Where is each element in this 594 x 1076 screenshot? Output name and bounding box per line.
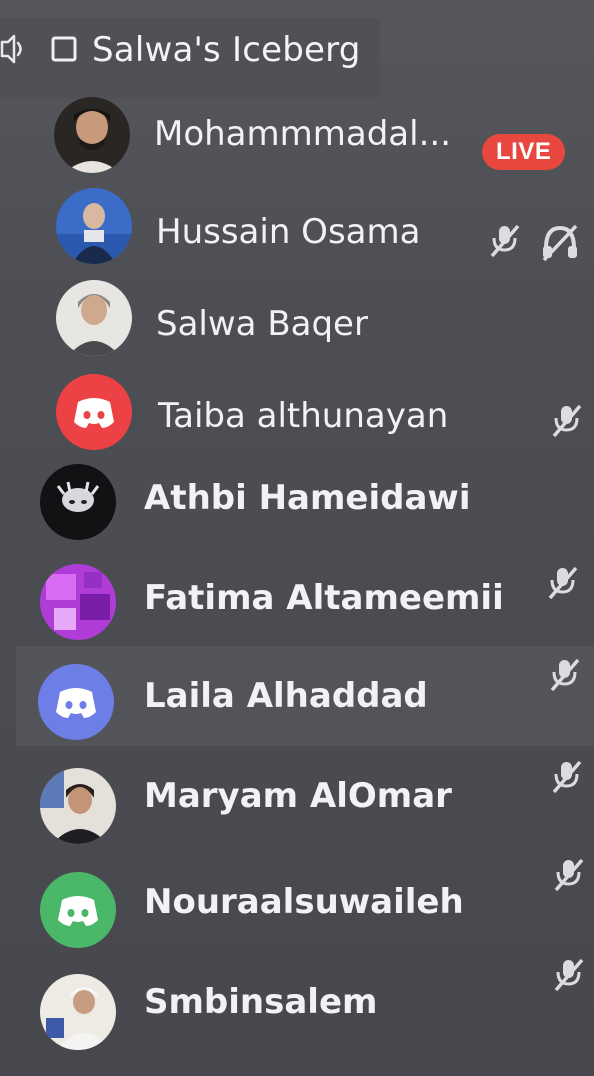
user-avatar (56, 280, 132, 356)
voice-user-row[interactable]: Taiba althunayan (0, 366, 594, 456)
deafened-headphones-icon (542, 224, 578, 262)
voice-user-row[interactable]: Athbi Hameidawi (0, 456, 594, 546)
user-name: Athbi Hameidawi (144, 478, 471, 518)
muted-mic-icon (548, 566, 578, 600)
channel-name: Salwa's Iceberg (92, 30, 361, 70)
user-name: Maryam AlOmar (144, 776, 452, 816)
speaker-icon (0, 34, 22, 64)
user-name: Mohammmadal... (154, 114, 452, 154)
user-name: Laila Alhaddad (144, 676, 428, 716)
voice-user-row[interactable]: Mohammmadal... LIVE (0, 88, 594, 178)
muted-mic-icon (552, 404, 582, 438)
user-avatar (40, 464, 116, 540)
voice-user-row[interactable]: Maryam AlOmar (0, 758, 594, 848)
voice-user-row[interactable]: Nouraalsuwaileh (0, 858, 594, 954)
voice-user-row[interactable]: Smbinsalem (0, 958, 594, 1056)
voice-user-row[interactable]: Fatima Altameemii (0, 558, 594, 648)
user-avatar (56, 188, 132, 264)
user-avatar (54, 97, 130, 173)
user-name: Salwa Baqer (156, 304, 368, 344)
muted-mic-icon (550, 658, 580, 692)
user-name: Smbinsalem (144, 982, 378, 1022)
user-avatar (40, 872, 116, 948)
user-avatar (40, 974, 116, 1050)
stage-channel-icon (51, 36, 77, 62)
user-avatar (38, 664, 114, 740)
voice-channel-header[interactable]: Salwa's Iceberg (0, 18, 380, 98)
user-avatar (40, 564, 116, 640)
user-name: Hussain Osama (156, 212, 421, 252)
voice-user-row[interactable]: Hussain Osama (0, 182, 594, 272)
user-avatar (56, 374, 132, 450)
live-badge: LIVE (482, 134, 566, 170)
user-name: Taiba althunayan (158, 396, 449, 436)
muted-mic-icon (554, 858, 584, 892)
muted-mic-icon (490, 224, 520, 258)
user-name: Fatima Altameemii (144, 578, 504, 618)
user-name: Nouraalsuwaileh (144, 882, 464, 922)
user-avatar (40, 768, 116, 844)
muted-mic-icon (554, 958, 584, 992)
muted-mic-icon (552, 760, 582, 794)
voice-user-row[interactable]: Laila Alhaddad (16, 646, 594, 746)
voice-channel-panel: Salwa's Iceberg Mohammmadal... LIVE Huss… (0, 0, 594, 1076)
voice-user-row[interactable]: Salwa Baqer (0, 274, 594, 364)
